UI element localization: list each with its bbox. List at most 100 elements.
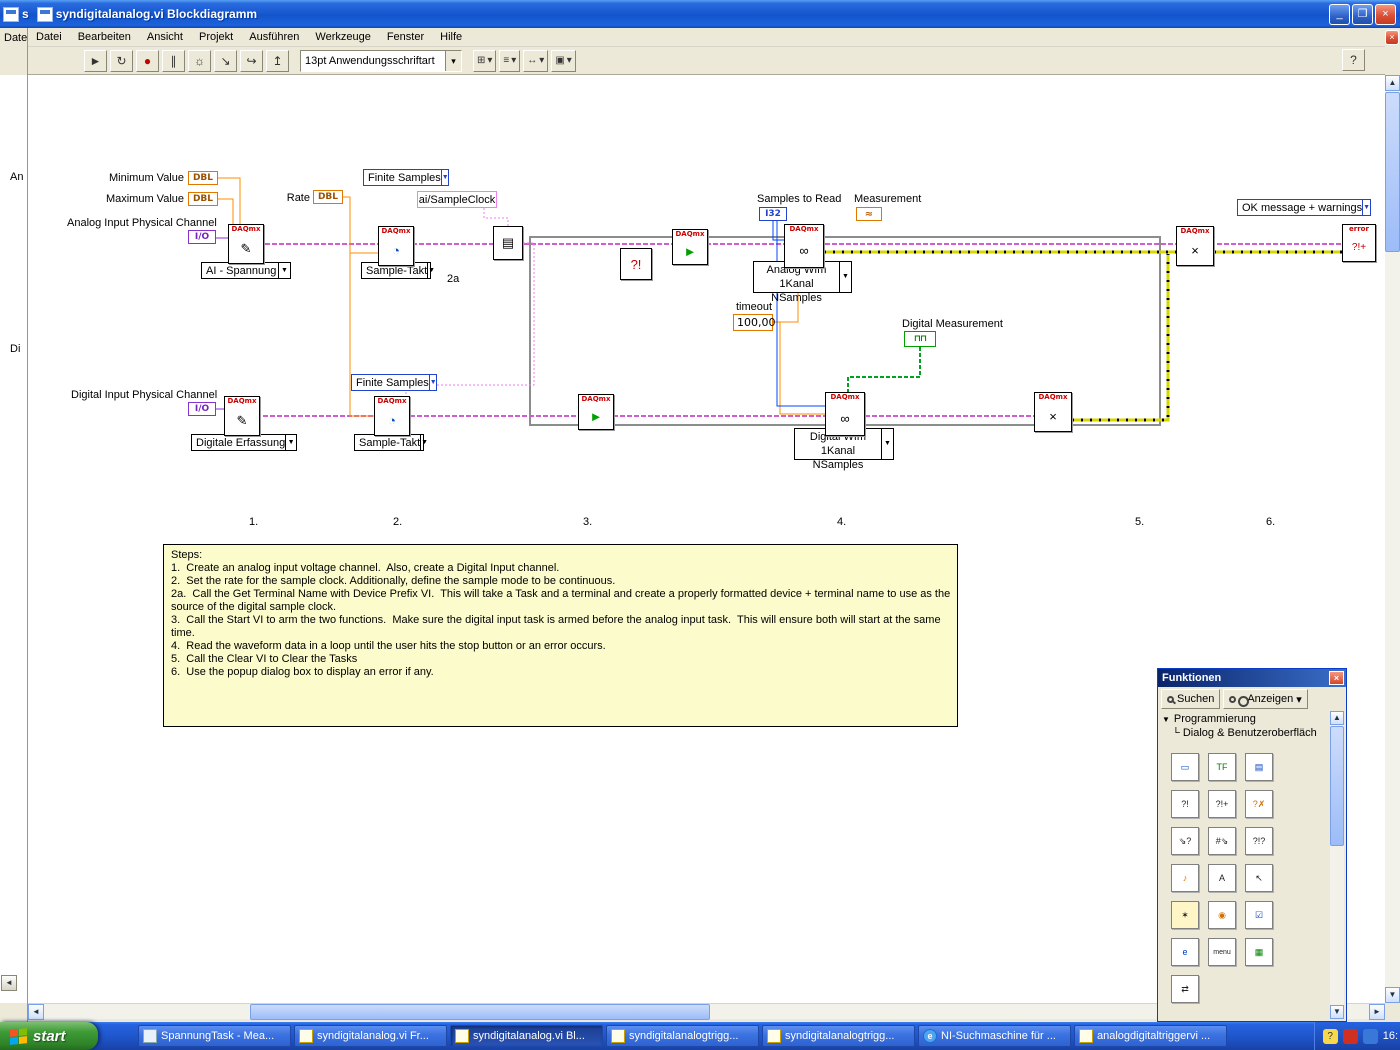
palette-scroll-thumb[interactable] bbox=[1330, 726, 1344, 846]
abort-button[interactable]: ● bbox=[136, 49, 159, 72]
ai-spannung-ring[interactable]: AI - Spannung ▼ bbox=[201, 262, 291, 279]
rate-terminal[interactable]: DBL bbox=[313, 190, 343, 204]
palette-icon-menu-functions[interactable]: menu bbox=[1208, 938, 1236, 966]
minimum-value-terminal[interactable]: DBL bbox=[188, 171, 218, 185]
run-continuous-button[interactable]: ↻ bbox=[110, 49, 133, 72]
vertical-scroll-thumb[interactable] bbox=[1385, 92, 1400, 252]
reorder-button[interactable]: ▣ ▾ bbox=[551, 49, 576, 72]
scroll-up-icon[interactable]: ▲ bbox=[1330, 711, 1344, 725]
minimize-button[interactable]: _ bbox=[1329, 3, 1350, 25]
scroll-down-icon[interactable]: ▼ bbox=[1385, 987, 1400, 1003]
palette-icon-cursor-tools[interactable]: ↖ bbox=[1245, 864, 1273, 892]
palette-icon-general-error-handler[interactable]: ?!+ bbox=[1208, 790, 1236, 818]
vertical-scrollbar[interactable]: ▲ ▼ bbox=[1385, 75, 1400, 1003]
daqmx-read-digital-node[interactable]: DAQmx ∞ bbox=[825, 392, 865, 436]
step-over-button[interactable]: ↪ bbox=[240, 49, 263, 72]
palette-title-bar[interactable]: Funktionen × bbox=[1158, 669, 1346, 687]
scroll-up-icon[interactable]: ▲ bbox=[1385, 75, 1400, 91]
palette-close-icon[interactable]: × bbox=[1329, 671, 1344, 685]
palette-icon-two-button-dialog[interactable]: TF bbox=[1208, 753, 1236, 781]
menu-item-ansicht[interactable]: Ansicht bbox=[139, 29, 191, 45]
menu-item-ausfuehren[interactable]: Ausführen bbox=[241, 29, 307, 45]
start-button[interactable]: start bbox=[0, 1022, 98, 1050]
palette-icon-three-button-dialog[interactable]: ▤ bbox=[1245, 753, 1273, 781]
scroll-right-icon[interactable]: ► bbox=[1369, 1004, 1385, 1020]
sample-takt-ring-digital[interactable]: Sample-Takt ▼ bbox=[354, 434, 428, 451]
chevron-down-icon[interactable]: ▼ bbox=[839, 262, 851, 292]
daqmx-timing-analog-node[interactable]: DAQmx ◔ bbox=[378, 226, 414, 266]
palette-search-button[interactable]: Suchen bbox=[1161, 689, 1221, 709]
palette-icon-error-query[interactable]: ?!? bbox=[1245, 827, 1273, 855]
palette-view-button[interactable]: Anzeigen ▾ bbox=[1223, 689, 1308, 709]
chevron-down-icon[interactable]: ▼ bbox=[1362, 200, 1370, 215]
daqmx-create-channel-analog-node[interactable]: DAQmx ✎ bbox=[228, 224, 264, 264]
font-ring[interactable]: 13pt Anwendungsschriftart ▾ bbox=[300, 49, 462, 72]
task-button-trigger-2[interactable]: syndigitalanalogtrigg... bbox=[762, 1025, 915, 1047]
chevron-down-icon[interactable]: ▼ bbox=[278, 263, 290, 278]
resize-objects-button[interactable]: ↔ ▾ bbox=[523, 49, 549, 72]
palette-icon-express-vi[interactable]: e bbox=[1171, 938, 1199, 966]
task-button-trigger-1[interactable]: syndigitalanalogtrigg... bbox=[606, 1025, 759, 1047]
get-terminal-name-vi-node[interactable]: ▤ bbox=[493, 226, 523, 260]
ni-tray-icon[interactable] bbox=[1342, 1028, 1358, 1044]
chevron-down-icon[interactable]: ▼ bbox=[427, 263, 435, 278]
daqmx-clear-digital-node[interactable]: DAQmx × bbox=[1034, 392, 1072, 432]
scroll-down-icon[interactable]: ▼ bbox=[1330, 1005, 1344, 1019]
menu-item-fenster[interactable]: Fenster bbox=[379, 29, 432, 45]
digital-channel-terminal[interactable]: I/O bbox=[188, 402, 216, 416]
menu-item-projekt[interactable]: Projekt bbox=[191, 29, 241, 45]
daqmx-timing-digital-node[interactable]: DAQmx ◔ bbox=[374, 396, 410, 436]
context-help-button[interactable]: ? bbox=[1342, 49, 1365, 71]
palette-icon-graph-control[interactable]: ▦ bbox=[1245, 938, 1273, 966]
task-button-frontpanel[interactable]: syndigitalanalog.vi Fr... bbox=[294, 1025, 447, 1047]
network-tray-icon[interactable] bbox=[1362, 1028, 1378, 1044]
palette-icon-find-first-error[interactable]: #⇘ bbox=[1208, 827, 1236, 855]
palette-tree-root[interactable]: ▼ Programmierung bbox=[1158, 711, 1346, 727]
palette-icon-simple-error-handler[interactable]: ?! bbox=[1171, 790, 1199, 818]
functions-palette[interactable]: Funktionen × Suchen Anzeigen ▾ ▼ Program… bbox=[1157, 668, 1347, 1022]
palette-scrollbar[interactable]: ▲ ▼ bbox=[1330, 711, 1344, 1019]
menu-item-datei[interactable]: Datei bbox=[28, 29, 70, 45]
menu-item-werkzeuge[interactable]: Werkzeuge bbox=[307, 29, 378, 45]
maximize-button[interactable]: ❐ bbox=[1352, 3, 1373, 25]
align-objects-button[interactable]: ⊞ ▾ bbox=[473, 49, 497, 72]
sample-clock-string-constant[interactable]: ai/SampleClock bbox=[417, 191, 497, 208]
task-button-analogdigital[interactable]: analogdigitaltriggervi ... bbox=[1074, 1025, 1227, 1047]
distribute-objects-button[interactable]: ≡ ▾ bbox=[499, 49, 521, 72]
scroll-left-icon[interactable]: ◄ bbox=[28, 1004, 44, 1020]
font-ring-caret-icon[interactable]: ▾ bbox=[445, 50, 461, 71]
chevron-down-icon[interactable]: ▼ bbox=[420, 435, 428, 450]
ok-message-ring[interactable]: OK message + warnings ▼ bbox=[1237, 199, 1371, 216]
menu-item-hilfe[interactable]: Hilfe bbox=[432, 29, 470, 45]
palette-icon-text-display[interactable]: A bbox=[1208, 864, 1236, 892]
palette-tree-child[interactable]: └ Dialog & Benutzeroberfläch bbox=[1158, 727, 1346, 741]
simple-error-handler-node[interactable]: error ?!+ bbox=[1342, 224, 1376, 262]
daqmx-clear-analog-node[interactable]: DAQmx × bbox=[1176, 226, 1214, 266]
help-balloon-icon[interactable]: ? bbox=[1322, 1028, 1338, 1044]
background-menu-item[interactable]: Date bbox=[4, 32, 27, 44]
background-scroll-left-icon[interactable]: ◄ bbox=[1, 975, 17, 991]
floating-window-close-icon[interactable]: × bbox=[1385, 30, 1399, 45]
daqmx-start-digital-node[interactable]: DAQmx ► bbox=[578, 394, 614, 430]
run-button[interactable]: ► bbox=[84, 49, 107, 72]
pause-button[interactable]: ∥ bbox=[162, 49, 185, 72]
digital-waveform-terminal[interactable]: ⊓⊓ bbox=[904, 331, 936, 347]
chevron-down-icon[interactable]: ▼ bbox=[440, 170, 449, 185]
samples-to-read-terminal[interactable]: I32 bbox=[759, 207, 787, 221]
close-button[interactable]: × bbox=[1375, 3, 1396, 25]
palette-icon-color-picker[interactable]: ◉ bbox=[1208, 901, 1236, 929]
palette-icon-sparkle-tool[interactable]: ✶ bbox=[1171, 901, 1199, 929]
task-button-blockdiagram[interactable]: syndigitalanalog.vi Bl... bbox=[450, 1025, 603, 1047]
palette-icon-merge-errors[interactable]: ⇘? bbox=[1171, 827, 1199, 855]
measurement-waveform-terminal[interactable]: ≈ bbox=[856, 207, 882, 221]
daqmx-read-analog-node[interactable]: DAQmx ∞ bbox=[784, 224, 824, 268]
maximum-value-terminal[interactable]: DBL bbox=[188, 192, 218, 206]
finite-samples-ring-analog[interactable]: Finite Samples ▼ bbox=[363, 169, 449, 186]
menu-item-bearbeiten[interactable]: Bearbeiten bbox=[70, 29, 139, 45]
highlight-execution-button[interactable]: ☼ bbox=[188, 49, 211, 72]
task-button-ni-search[interactable]: e NI-Suchmaschine für ... bbox=[918, 1025, 1071, 1047]
chevron-down-icon[interactable]: ▼ bbox=[428, 375, 437, 390]
title-bar[interactable]: s syndigitalanalog.vi Blockdiagramm _ ❐ … bbox=[0, 0, 1400, 28]
tree-expand-icon[interactable]: ▼ bbox=[1162, 715, 1170, 724]
task-button-spannungtask[interactable]: SpannungTask - Mea... bbox=[138, 1025, 291, 1047]
